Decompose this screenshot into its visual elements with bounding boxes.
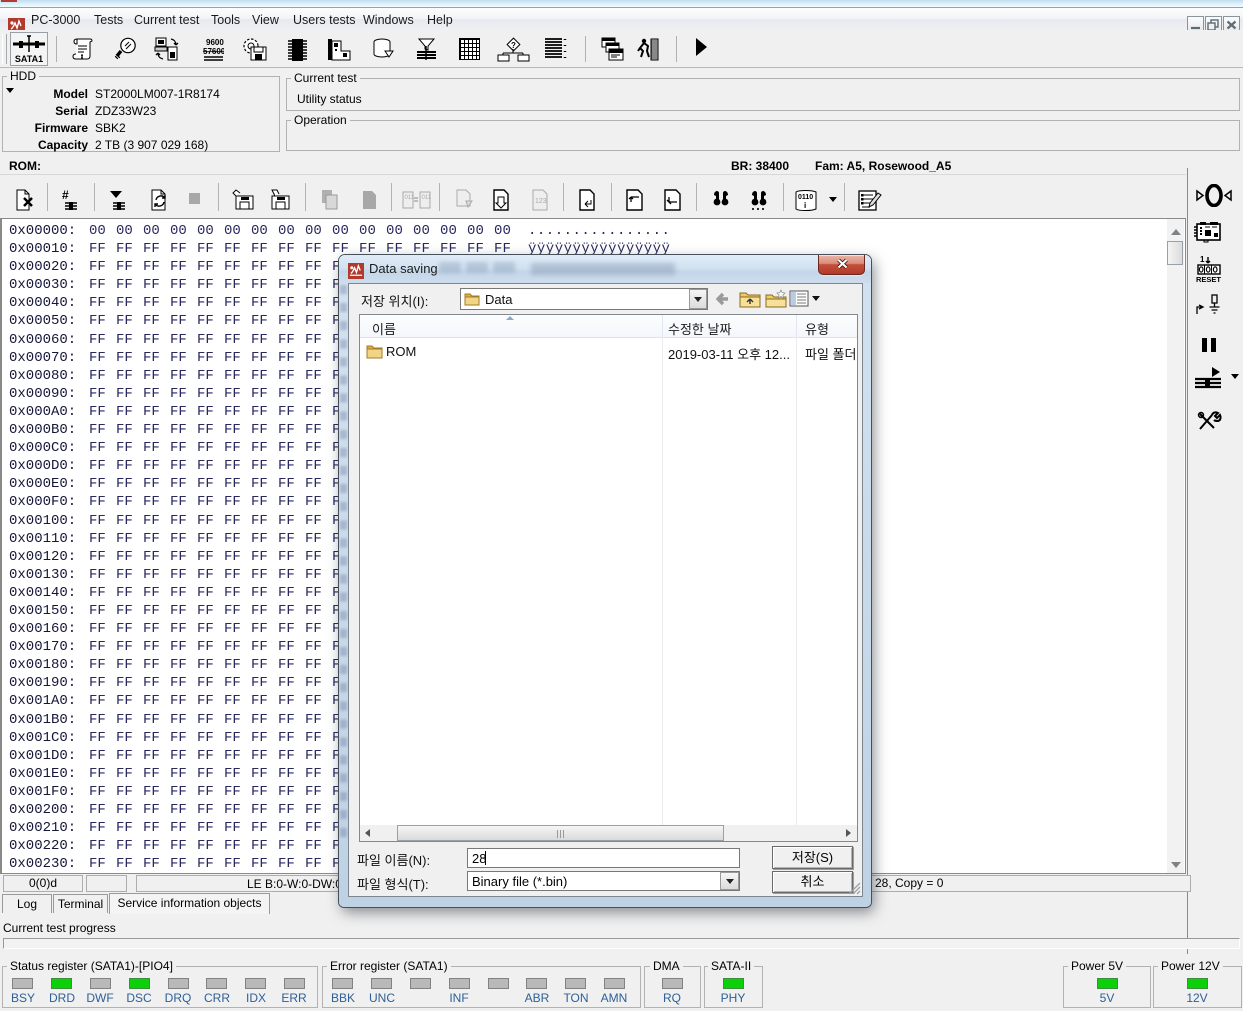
svg-text:57600: 57600 xyxy=(203,47,224,56)
svg-text:RESET: RESET xyxy=(1196,275,1221,283)
svg-text:?: ? xyxy=(511,41,516,50)
svg-text:1: 1 xyxy=(1200,255,1205,264)
svg-text:011: 011 xyxy=(422,195,432,201)
svg-text:i: i xyxy=(804,201,806,210)
svg-text:9600: 9600 xyxy=(206,38,224,47)
svg-text:#: # xyxy=(62,189,69,202)
svg-text:123: 123 xyxy=(535,198,547,205)
svg-text:0110: 0110 xyxy=(798,194,813,201)
svg-text:011: 011 xyxy=(405,195,415,201)
